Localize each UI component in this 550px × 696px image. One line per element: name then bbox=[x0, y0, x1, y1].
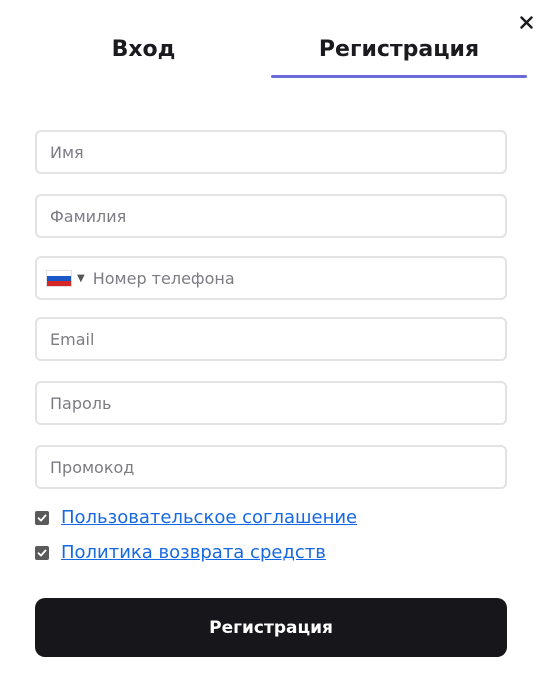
terms-checkbox[interactable] bbox=[35, 510, 49, 525]
country-code-select[interactable]: ▼ bbox=[46, 269, 85, 287]
caret-down-icon: ▼ bbox=[77, 272, 85, 284]
flag-russia-icon bbox=[46, 269, 72, 287]
first-name-field[interactable] bbox=[50, 132, 492, 172]
promo-field-wrapper bbox=[35, 445, 507, 489]
promo-code-field[interactable] bbox=[50, 447, 492, 487]
email-field[interactable] bbox=[50, 319, 492, 359]
password-field[interactable] bbox=[50, 383, 492, 423]
agreement-row-terms: Пользовательское соглашение bbox=[35, 507, 357, 528]
tab-login[interactable]: Вход bbox=[16, 20, 271, 78]
email-field-wrapper bbox=[35, 317, 507, 361]
phone-field-wrapper: ▼ bbox=[35, 256, 507, 300]
auth-tabs: Вход Регистрация bbox=[16, 20, 527, 80]
agreement-row-refund: Политика возврата средств bbox=[35, 542, 326, 563]
terms-link[interactable]: Пользовательское соглашение bbox=[61, 507, 357, 528]
phone-field[interactable] bbox=[92, 258, 492, 298]
tab-register[interactable]: Регистрация bbox=[271, 20, 527, 78]
register-submit-button[interactable]: Регистрация bbox=[35, 598, 507, 657]
check-icon bbox=[37, 514, 47, 521]
refund-checkbox[interactable] bbox=[35, 545, 49, 560]
check-icon bbox=[37, 549, 47, 556]
refund-policy-link[interactable]: Политика возврата средств bbox=[61, 542, 326, 563]
password-field-wrapper bbox=[35, 381, 507, 425]
first-name-field-wrapper bbox=[35, 130, 507, 174]
active-tab-indicator bbox=[271, 75, 527, 78]
registration-modal: Вход Регистрация ▼ Пользовательское bbox=[0, 0, 550, 696]
last-name-field-wrapper bbox=[35, 194, 507, 238]
last-name-field[interactable] bbox=[50, 196, 492, 236]
